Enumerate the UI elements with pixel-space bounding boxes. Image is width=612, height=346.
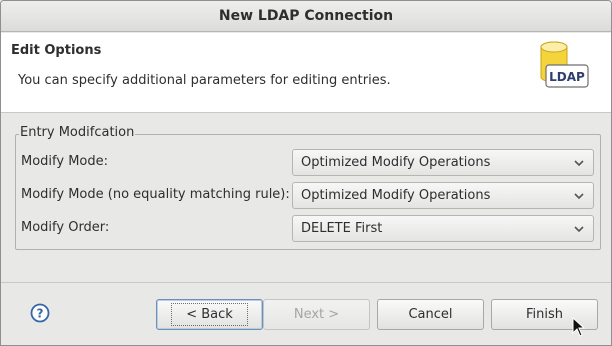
modify-mode-value: Optimized Modify Operations: [301, 155, 491, 170]
mouse-pointer-icon: [572, 317, 586, 337]
window-titlebar[interactable]: New LDAP Connection: [1, 1, 611, 32]
cancel-button-label: Cancel: [408, 307, 453, 322]
button-bar-separator: [1, 282, 611, 283]
modify-order-select[interactable]: DELETE First: [292, 215, 594, 242]
question-mark-icon[interactable]: ?: [30, 303, 50, 323]
entry-modification-group: Entry Modifcation Modify Mode: Optimized…: [15, 125, 601, 250]
next-button-label: Next >: [293, 307, 340, 322]
chevron-down-icon: [574, 226, 584, 233]
modify-mode-no-equality-select[interactable]: Optimized Modify Operations: [292, 182, 594, 209]
ldap-logo-text: LDAP: [549, 70, 585, 84]
back-button[interactable]: < Back: [156, 299, 263, 330]
modify-mode-no-equality-label: Modify Mode (no equality matching rule):: [21, 187, 290, 202]
window-title: New LDAP Connection: [218, 8, 394, 24]
page-title: Edit Options: [11, 43, 102, 58]
back-button-label: < Back: [171, 303, 248, 326]
chevron-down-icon: [574, 193, 584, 200]
chevron-down-icon: [574, 160, 584, 167]
group-title: Entry Modifcation: [19, 125, 136, 140]
finish-button-label: Finish: [525, 307, 563, 322]
page-description: You can specify additional parameters fo…: [18, 73, 391, 88]
modify-mode-no-equality-value: Optimized Modify Operations: [301, 188, 491, 203]
modify-mode-select[interactable]: Optimized Modify Operations: [292, 149, 594, 176]
cancel-button[interactable]: Cancel: [377, 299, 484, 330]
ldap-database-icon: LDAP: [540, 41, 589, 88]
modify-mode-label: Modify Mode:: [21, 154, 109, 169]
dialog-window: New LDAP Connection Edit Options You can…: [0, 0, 612, 346]
wizard-header: Edit Options You can specify additional …: [1, 33, 611, 113]
svg-text:?: ?: [37, 307, 44, 321]
modify-order-value: DELETE First: [301, 221, 383, 236]
modify-order-label: Modify Order:: [21, 220, 110, 235]
next-button[interactable]: Next >: [263, 299, 370, 330]
